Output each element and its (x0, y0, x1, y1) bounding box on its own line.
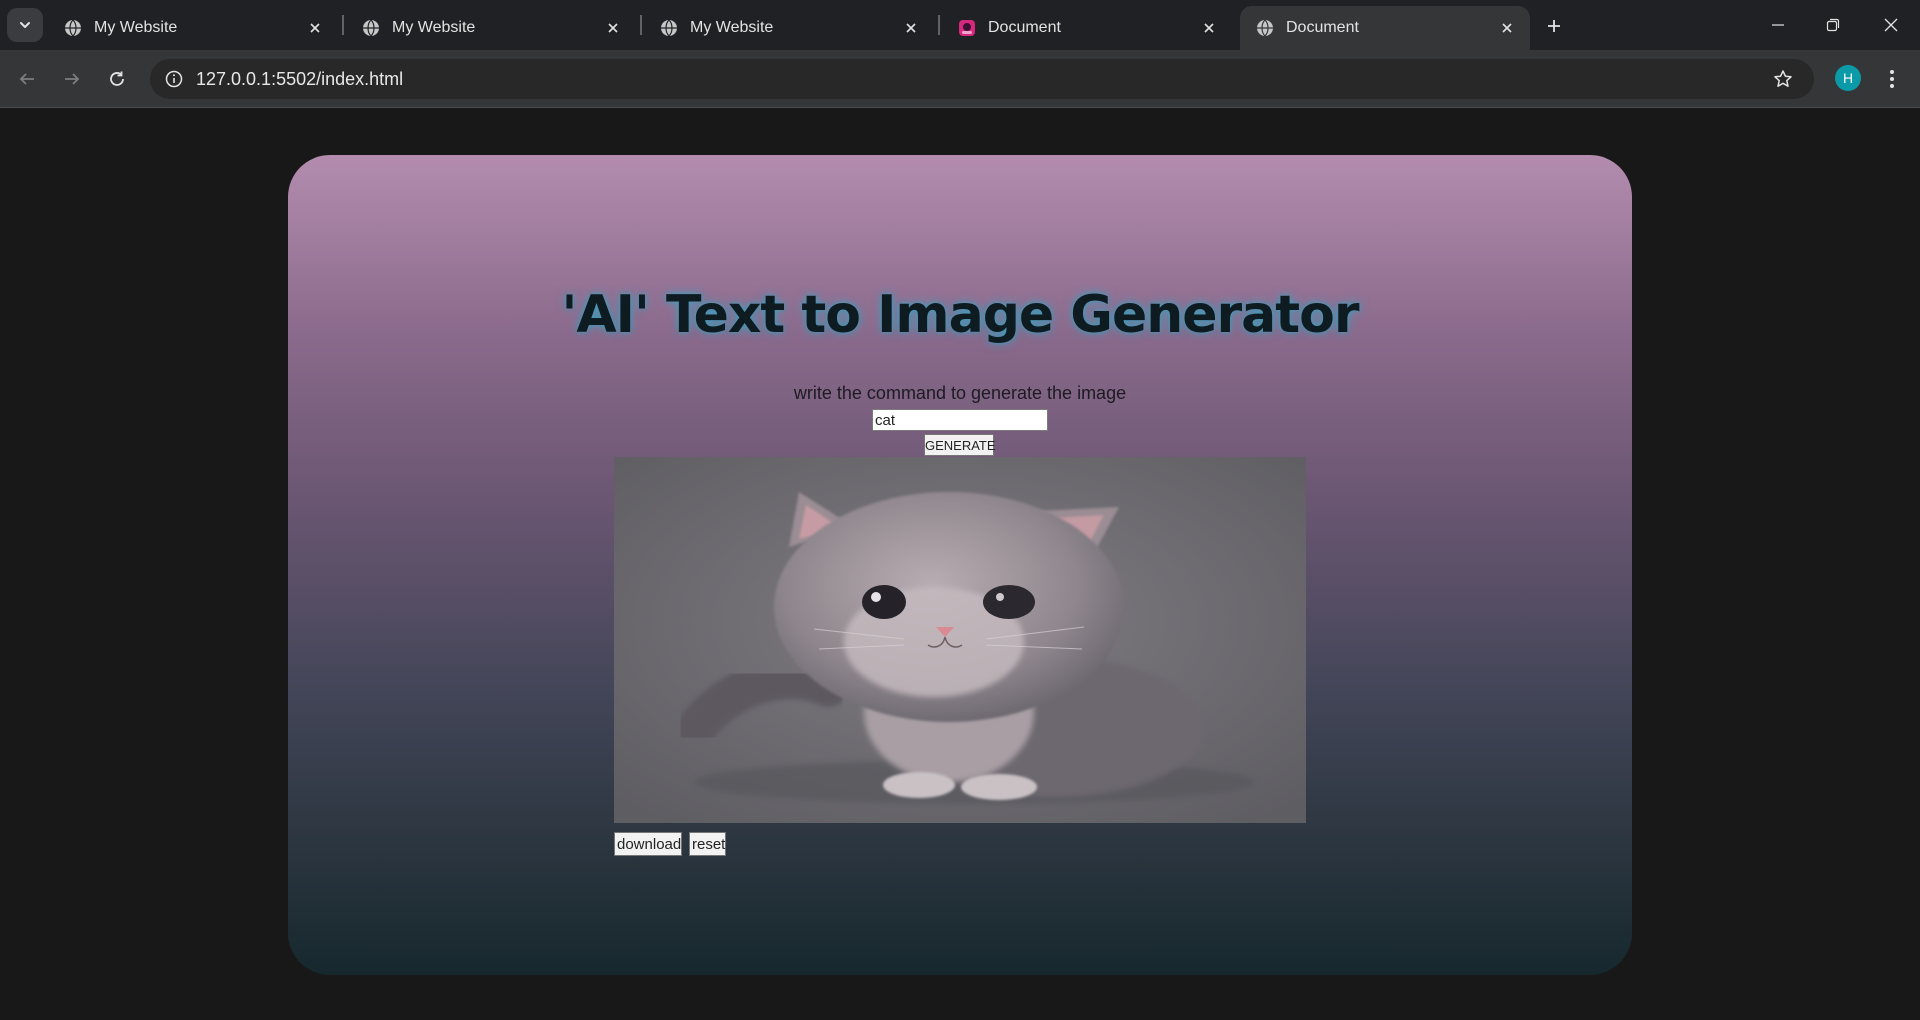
generator-card: 'AI' Text to Image Generator write the c… (288, 155, 1632, 975)
tab-title: My Website (690, 19, 774, 36)
site-info-icon[interactable] (162, 67, 186, 91)
forward-button[interactable] (57, 64, 87, 94)
chevron-down-icon (20, 22, 30, 28)
address-bar[interactable]: 127.0.0.1:5502/index.html (150, 59, 1814, 99)
globe-icon (363, 19, 379, 37)
tab-my-website-1[interactable]: My Website (48, 6, 338, 50)
close-icon[interactable] (1498, 19, 1516, 37)
restore-icon (1826, 18, 1840, 32)
close-icon[interactable] (306, 19, 324, 37)
close-window-button[interactable] (1875, 10, 1907, 40)
arrow-left-icon (19, 73, 34, 85)
url-text[interactable]: 127.0.0.1:5502/index.html (196, 69, 1770, 90)
minimize-icon (1772, 24, 1784, 26)
globe-icon (661, 19, 677, 37)
reset-button[interactable]: reset (689, 832, 726, 856)
page-title: 'AI' Text to Image Generator (561, 285, 1360, 345)
close-icon[interactable] (1200, 19, 1218, 37)
kitten-image (614, 457, 1306, 823)
globe-icon (65, 19, 81, 37)
plus-icon (1548, 20, 1560, 32)
tab-document-active[interactable]: Document (1240, 6, 1530, 50)
prompt-label: write the command to generate the image (793, 383, 1127, 403)
tab-title: Document (1286, 19, 1359, 36)
tab-document-1[interactable]: Document (942, 6, 1232, 50)
tab-my-website-2[interactable]: My Website (346, 6, 636, 50)
minimize-button[interactable] (1762, 10, 1794, 40)
tab-strip: My Website My Website My Website Documen… (0, 0, 1920, 50)
tab-separator (342, 15, 344, 35)
reload-button[interactable] (102, 64, 132, 94)
generated-image (614, 457, 1306, 823)
close-icon[interactable] (604, 19, 622, 37)
restore-button[interactable] (1817, 10, 1849, 40)
tab-title: Document (988, 19, 1061, 36)
back-button[interactable] (12, 64, 42, 94)
kebab-menu-icon (1890, 70, 1894, 88)
browser-toolbar: 127.0.0.1:5502/index.html H (0, 50, 1920, 108)
pink-app-icon (959, 20, 975, 36)
close-icon[interactable] (902, 19, 920, 37)
new-tab-button[interactable] (1540, 12, 1568, 40)
tab-search-button[interactable] (7, 8, 43, 42)
profile-avatar[interactable]: H (1835, 65, 1861, 91)
tab-separator (640, 15, 642, 35)
prompt-input[interactable] (872, 409, 1048, 431)
reload-icon (110, 71, 124, 86)
tab-my-website-3[interactable]: My Website (644, 6, 934, 50)
page-viewport: 'AI' Text to Image Generator write the c… (0, 109, 1920, 1020)
tab-title: My Website (392, 19, 476, 36)
close-icon (1884, 18, 1898, 32)
arrow-right-icon (65, 73, 80, 85)
globe-icon (1257, 19, 1273, 37)
browser-menu-button[interactable] (1880, 64, 1904, 94)
tab-separator (938, 15, 940, 35)
download-button[interactable]: download (614, 832, 682, 856)
bookmark-star-icon[interactable] (1770, 66, 1796, 92)
tab-title: My Website (94, 19, 178, 36)
generate-button[interactable]: GENERATE (924, 434, 996, 456)
